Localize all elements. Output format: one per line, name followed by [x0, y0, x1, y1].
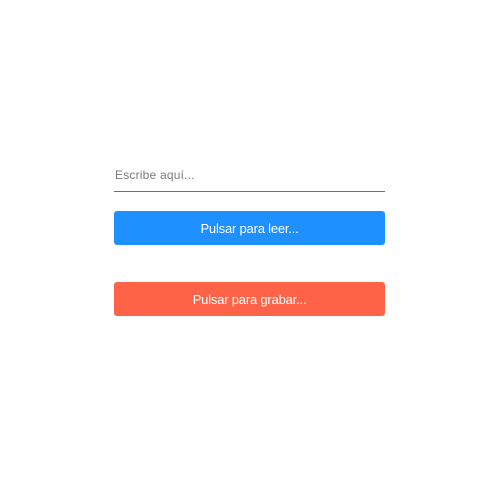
- app-screen: Pulsar para leer... Pulsar para grabar..…: [0, 0, 500, 500]
- record-button[interactable]: Pulsar para grabar...: [114, 282, 385, 316]
- input-form: Pulsar para leer... Pulsar para grabar..…: [114, 158, 385, 316]
- text-input[interactable]: [114, 158, 385, 192]
- read-button[interactable]: Pulsar para leer...: [114, 211, 385, 245]
